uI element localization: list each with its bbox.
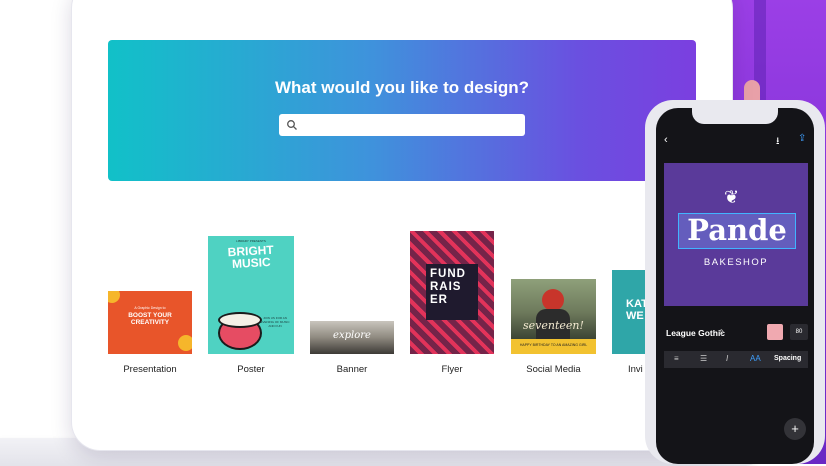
- template-social-media[interactable]: seventeen! HAPPY BIRTHDAY TO AN AMAZING …: [511, 279, 596, 354]
- design-canvas[interactable]: ❦ Pande BAKESHOP: [664, 163, 808, 306]
- share-icon[interactable]: ⇪: [798, 133, 806, 144]
- template-label-social-media[interactable]: Social Media: [511, 364, 596, 375]
- banner-thumb-text: explore: [333, 330, 371, 341]
- drum-top: [218, 312, 262, 328]
- design-title-selected[interactable]: Pande: [678, 213, 796, 249]
- back-icon[interactable]: ‹: [664, 134, 668, 146]
- phone-frame: ‹ ⭳ ⇪ ❦ Pande BAKESHOP League Gothic ⇕ 8…: [645, 100, 825, 464]
- flyer-thumb-text: FUND RAIS ER: [430, 268, 466, 306]
- font-caret-icon[interactable]: ⇕: [718, 328, 725, 337]
- template-label-presentation[interactable]: Presentation: [108, 364, 192, 375]
- phone-notch: [692, 108, 778, 124]
- poster-thumb-body: JOIN US FOR AN EVENING OF MUSIC AND FUN: [260, 316, 290, 328]
- phone-screen: ‹ ⭳ ⇪ ❦ Pande BAKESHOP League Gothic ⇕ 8…: [656, 108, 814, 464]
- download-icon[interactable]: ⭳: [776, 134, 780, 151]
- design-subtitle[interactable]: BAKESHOP: [664, 257, 808, 268]
- wheat-icon: ❦: [724, 187, 740, 207]
- template-banner[interactable]: explore: [310, 321, 394, 354]
- font-size-badge[interactable]: 80: [790, 324, 808, 340]
- hero-title: What would you like to design?: [274, 78, 530, 97]
- search-input[interactable]: [279, 114, 525, 136]
- template-poster[interactable]: LIBRARY PRESENTS BRIGHT MUSIC JOIN US FO…: [208, 236, 294, 354]
- person-head: [542, 289, 564, 311]
- poster-thumb-title: BRIGHT MUSIC: [227, 242, 275, 271]
- social-thumb-text: seventeen!: [523, 319, 584, 332]
- add-button[interactable]: +: [784, 418, 806, 440]
- presentation-thumb-text: A Graphic Design to BOOST YOUR CREATIVIT…: [128, 306, 172, 326]
- template-label-flyer[interactable]: Flyer: [410, 364, 494, 375]
- hand-decoration: [744, 80, 760, 102]
- case-icon[interactable]: AA: [750, 354, 761, 363]
- template-label-poster[interactable]: Poster: [208, 364, 294, 375]
- social-strip: HAPPY BIRTHDAY TO AN AMAZING GIRL: [511, 339, 596, 354]
- flyer-text-box: FUND RAIS ER: [426, 264, 478, 320]
- color-swatch[interactable]: [767, 324, 783, 340]
- paint-splash: [108, 291, 120, 303]
- align-icon[interactable]: ≡: [674, 354, 679, 363]
- text-toolbar: ≡ ☰ I AA Spacing: [664, 351, 808, 368]
- template-flyer[interactable]: FUND RAIS ER: [410, 231, 494, 354]
- font-selector[interactable]: League Gothic: [666, 328, 725, 338]
- hero-banner: What would you like to design?: [108, 40, 696, 181]
- search-icon: [287, 120, 297, 130]
- italic-icon[interactable]: I: [726, 354, 728, 363]
- template-label-banner[interactable]: Banner: [310, 364, 394, 375]
- paint-splash: [178, 335, 192, 351]
- spacing-button[interactable]: Spacing: [774, 355, 801, 362]
- list-icon[interactable]: ☰: [700, 354, 707, 363]
- template-presentation[interactable]: A Graphic Design to BOOST YOUR CREATIVIT…: [108, 291, 192, 354]
